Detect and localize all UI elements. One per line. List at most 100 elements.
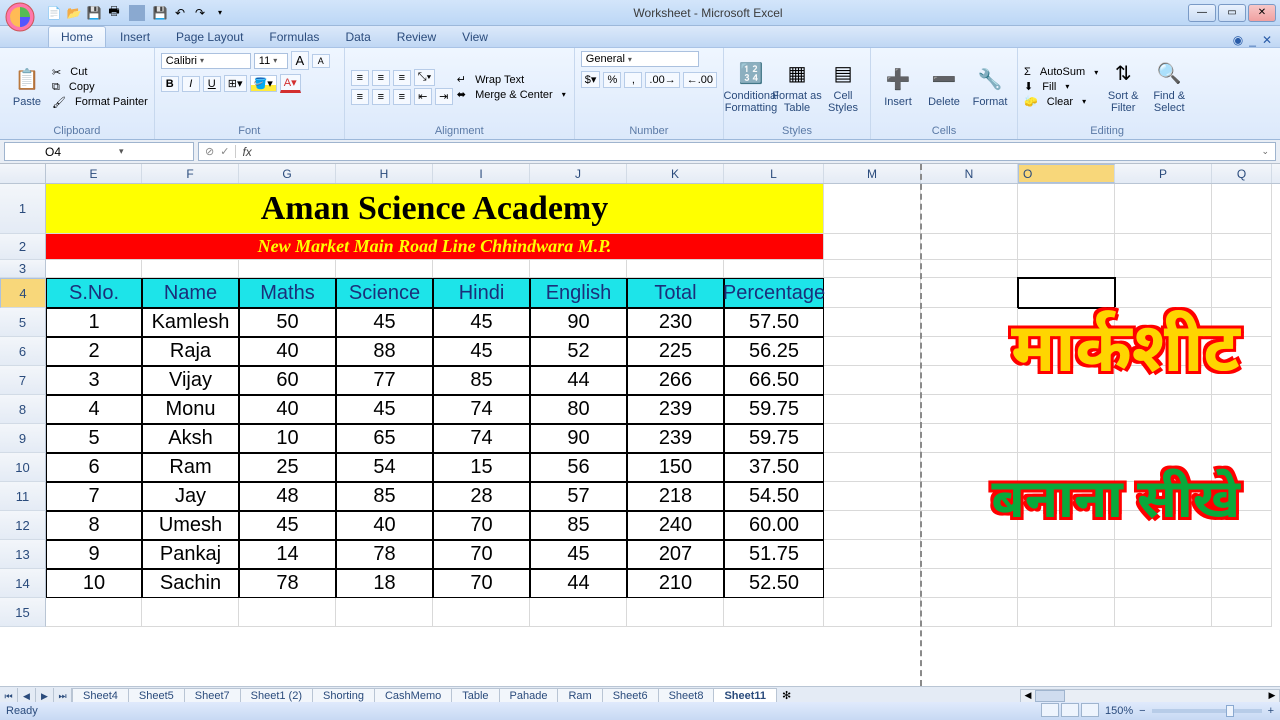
empty-cell[interactable] bbox=[530, 598, 627, 627]
cancel-formula-icon[interactable]: ⊘ bbox=[205, 145, 214, 158]
horizontal-scrollbar[interactable]: ◀ ▶ bbox=[1020, 689, 1280, 703]
table-cell[interactable]: 57.50 bbox=[724, 308, 824, 337]
col-header-K[interactable]: K bbox=[627, 164, 724, 183]
table-cell[interactable]: 52 bbox=[530, 337, 627, 366]
table-cell[interactable]: 1 bbox=[46, 308, 142, 337]
table-cell[interactable]: 5 bbox=[46, 424, 142, 453]
table-header[interactable]: Percentage bbox=[724, 278, 824, 308]
table-cell[interactable]: 225 bbox=[627, 337, 724, 366]
table-cell[interactable]: 51.75 bbox=[724, 540, 824, 569]
empty-cell[interactable] bbox=[1018, 234, 1115, 260]
row-header-6[interactable]: 6 bbox=[0, 337, 46, 366]
table-cell[interactable]: 2 bbox=[46, 337, 142, 366]
enter-formula-icon[interactable]: ✓ bbox=[220, 145, 229, 158]
sheet-tab-sheet7[interactable]: Sheet7 bbox=[184, 688, 241, 703]
zoom-level[interactable]: 150% bbox=[1105, 705, 1133, 717]
table-cell[interactable]: 45 bbox=[433, 337, 530, 366]
grow-font-button[interactable]: A bbox=[291, 51, 309, 70]
empty-cell[interactable] bbox=[1115, 260, 1212, 278]
decrease-decimal-button[interactable]: ←.00 bbox=[683, 72, 717, 88]
row-header-10[interactable]: 10 bbox=[0, 453, 46, 482]
empty-cell[interactable] bbox=[142, 598, 239, 627]
row-header-9[interactable]: 9 bbox=[0, 424, 46, 453]
row-header-13[interactable]: 13 bbox=[0, 540, 46, 569]
align-left-button[interactable]: ≡ bbox=[351, 89, 369, 105]
empty-cell[interactable] bbox=[1115, 569, 1212, 598]
table-cell[interactable]: 65 bbox=[336, 424, 433, 453]
qat-save2-icon[interactable]: 💾 bbox=[152, 5, 168, 21]
empty-cell[interactable] bbox=[921, 540, 1018, 569]
empty-cell[interactable] bbox=[724, 260, 824, 278]
row-header-14[interactable]: 14 bbox=[0, 569, 46, 598]
table-cell[interactable]: 7 bbox=[46, 482, 142, 511]
empty-cell[interactable] bbox=[1018, 598, 1115, 627]
sheet-tab-sheet4[interactable]: Sheet4 bbox=[72, 688, 129, 703]
col-header-N[interactable]: N bbox=[921, 164, 1018, 183]
table-header[interactable]: Hindi bbox=[433, 278, 530, 308]
table-cell[interactable]: 70 bbox=[433, 569, 530, 598]
borders-button[interactable]: ⊞▾ bbox=[224, 75, 247, 92]
table-cell[interactable]: 14 bbox=[239, 540, 336, 569]
new-sheet-icon[interactable]: ✻ bbox=[776, 689, 797, 702]
table-cell[interactable]: 60 bbox=[239, 366, 336, 395]
italic-button[interactable]: I bbox=[182, 76, 200, 92]
row-header-7[interactable]: 7 bbox=[0, 366, 46, 395]
table-cell[interactable]: 40 bbox=[239, 395, 336, 424]
number-format-select[interactable]: General▾ bbox=[581, 51, 699, 67]
increase-indent-button[interactable]: ⇥ bbox=[435, 88, 453, 105]
select-all-corner[interactable] bbox=[0, 164, 46, 183]
col-header-M[interactable]: M bbox=[824, 164, 921, 183]
empty-cell[interactable] bbox=[1018, 395, 1115, 424]
empty-cell[interactable] bbox=[46, 598, 142, 627]
delete-cells-button[interactable]: ➖Delete bbox=[923, 51, 965, 123]
sheet-tab-sheet8[interactable]: Sheet8 bbox=[658, 688, 715, 703]
empty-cell[interactable] bbox=[1212, 260, 1272, 278]
expand-formula-icon[interactable]: ⌄ bbox=[1255, 146, 1275, 157]
table-cell[interactable]: 10 bbox=[239, 424, 336, 453]
table-cell[interactable]: 45 bbox=[336, 395, 433, 424]
minimize-ribbon-icon[interactable]: _ bbox=[1249, 33, 1256, 47]
table-cell[interactable]: 3 bbox=[46, 366, 142, 395]
empty-cell[interactable] bbox=[824, 278, 921, 308]
copy-button[interactable]: ⧉ Copy bbox=[52, 81, 148, 94]
empty-cell[interactable] bbox=[1115, 395, 1212, 424]
empty-cell[interactable] bbox=[921, 234, 1018, 260]
row-header-15[interactable]: 15 bbox=[0, 598, 46, 627]
empty-cell[interactable] bbox=[1212, 540, 1272, 569]
table-cell[interactable]: 210 bbox=[627, 569, 724, 598]
cut-button[interactable]: ✂ Cut bbox=[52, 66, 148, 79]
table-cell[interactable]: 59.75 bbox=[724, 424, 824, 453]
empty-cell[interactable] bbox=[46, 260, 142, 278]
qat-save-icon[interactable]: 💾 bbox=[86, 5, 102, 21]
sheet-tab-sheet12[interactable]: Sheet1 (2) bbox=[240, 688, 313, 703]
table-cell[interactable]: 80 bbox=[530, 395, 627, 424]
col-header-E[interactable]: E bbox=[46, 164, 142, 183]
empty-cell[interactable] bbox=[1115, 234, 1212, 260]
close-workbook-icon[interactable]: ✕ bbox=[1262, 33, 1272, 47]
tab-review[interactable]: Review bbox=[385, 27, 448, 47]
empty-cell[interactable] bbox=[824, 540, 921, 569]
empty-cell[interactable] bbox=[336, 260, 433, 278]
spreadsheet-grid[interactable]: EFGHIJKLMNOPQ 1Aman Science Academy2New … bbox=[0, 164, 1280, 686]
font-color-button[interactable]: A▾ bbox=[280, 74, 301, 93]
empty-cell[interactable] bbox=[824, 424, 921, 453]
table-cell[interactable]: 85 bbox=[433, 366, 530, 395]
table-cell[interactable]: 70 bbox=[433, 540, 530, 569]
sheet-tab-table[interactable]: Table bbox=[451, 688, 499, 703]
empty-cell[interactable] bbox=[824, 453, 921, 482]
sheet-tab-sheet6[interactable]: Sheet6 bbox=[602, 688, 659, 703]
row-header-5[interactable]: 5 bbox=[0, 308, 46, 337]
col-header-P[interactable]: P bbox=[1115, 164, 1212, 183]
empty-cell[interactable] bbox=[142, 260, 239, 278]
table-cell[interactable]: 239 bbox=[627, 395, 724, 424]
table-cell[interactable]: 70 bbox=[433, 511, 530, 540]
empty-cell[interactable] bbox=[921, 308, 1018, 337]
table-cell[interactable]: 239 bbox=[627, 424, 724, 453]
table-cell[interactable]: 44 bbox=[530, 569, 627, 598]
table-header[interactable]: Maths bbox=[239, 278, 336, 308]
table-cell[interactable]: 218 bbox=[627, 482, 724, 511]
scroll-right-icon[interactable]: ▶ bbox=[1265, 690, 1279, 702]
empty-cell[interactable] bbox=[921, 278, 1018, 308]
tab-home[interactable]: Home bbox=[48, 26, 106, 47]
table-cell[interactable]: Vijay bbox=[142, 366, 239, 395]
